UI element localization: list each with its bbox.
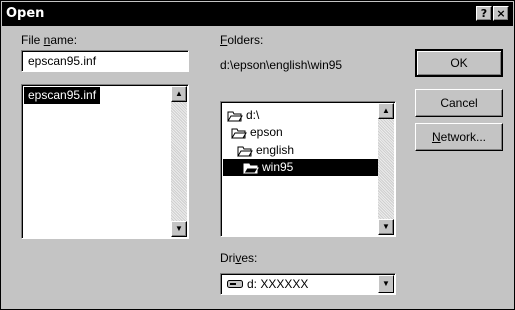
open-dialog: Open ? × File name: epscan95.inf epscan9… bbox=[0, 0, 515, 310]
file-list-scrollbar[interactable]: ▲ ▼ bbox=[171, 86, 187, 237]
scroll-down-button[interactable]: ▼ bbox=[171, 221, 187, 237]
chevron-down-icon[interactable]: ▼ bbox=[378, 275, 394, 293]
window-title: Open bbox=[6, 6, 45, 21]
drives-value: d: XXXXXX bbox=[247, 277, 309, 291]
tree-item-win95[interactable]: win95 bbox=[223, 159, 378, 176]
ok-button[interactable]: OK bbox=[415, 49, 503, 77]
file-name-value: epscan95.inf bbox=[28, 54, 97, 68]
tree-item-epson[interactable]: epson bbox=[231, 124, 283, 141]
scroll-up-button[interactable]: ▲ bbox=[378, 103, 394, 119]
folder-tree[interactable]: d:\ epson english win95 ▲ ▼ bbox=[220, 101, 396, 237]
close-button[interactable]: × bbox=[493, 6, 509, 21]
tree-item-english[interactable]: english bbox=[237, 142, 294, 159]
tree-item-label: win95 bbox=[262, 160, 294, 174]
current-folder-path: d:\epson\english\win95 bbox=[220, 58, 343, 72]
scroll-down-button[interactable]: ▼ bbox=[378, 219, 394, 235]
open-folder-icon bbox=[237, 146, 253, 157]
drives-dropdown[interactable]: d: XXXXXX ▼ bbox=[220, 273, 396, 295]
open-folder-icon bbox=[243, 163, 259, 174]
file-list[interactable]: epscan95.inf ▲ ▼ bbox=[21, 84, 189, 239]
tree-item-d-drive[interactable]: d:\ bbox=[227, 107, 259, 124]
scroll-up-button[interactable]: ▲ bbox=[171, 86, 187, 102]
file-name-label: File name: bbox=[21, 33, 78, 47]
folder-tree-scrollbar[interactable]: ▲ ▼ bbox=[378, 103, 394, 235]
tree-item-label: epson bbox=[250, 125, 283, 139]
tree-item-label: d:\ bbox=[246, 108, 260, 122]
file-list-item[interactable]: epscan95.inf bbox=[24, 87, 101, 104]
help-button[interactable]: ? bbox=[476, 6, 492, 21]
open-folder-icon bbox=[227, 111, 243, 122]
folders-label: Folders: bbox=[220, 33, 264, 47]
network-button[interactable]: Network... bbox=[415, 123, 503, 151]
cancel-button[interactable]: Cancel bbox=[415, 89, 503, 117]
drives-label: Drives: bbox=[220, 251, 258, 265]
tree-item-label: english bbox=[256, 143, 295, 157]
title-bar[interactable]: Open ? × bbox=[2, 2, 513, 26]
open-folder-icon bbox=[231, 128, 247, 139]
file-name-field[interactable]: epscan95.inf bbox=[21, 50, 189, 72]
drive-icon bbox=[227, 280, 243, 288]
